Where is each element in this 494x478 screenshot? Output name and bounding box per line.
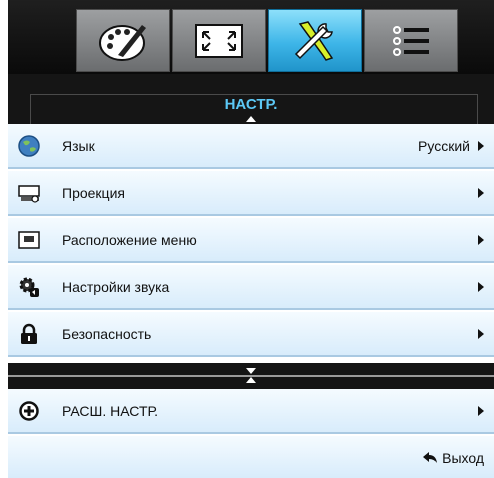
osd-menu: НАСТР. Язык Русский Проекция Расположени… [8,0,494,478]
menu-item-value: Русский [418,138,470,154]
tools-icon [294,20,334,61]
chevron-right-icon [478,329,484,339]
exit-label: Выход [442,450,484,466]
menu-item-label: Настройки звука [62,279,170,295]
menu-item-label: Расположение меню [62,232,197,248]
screen-resize-icon [195,23,243,58]
menu-item-projection[interactable]: Проекция [8,171,494,216]
section-divider [8,363,494,389]
tab-setup[interactable] [268,9,362,72]
chevron-right-icon [478,406,484,416]
menu-item-audio-settings[interactable]: Настройки звука [8,265,494,310]
scroll-up-icon[interactable] [246,116,256,122]
tab-image[interactable] [76,9,170,72]
menu-location-icon [18,231,40,249]
plus-circle-icon [19,401,39,421]
chevron-right-icon [478,282,484,292]
menu-item-security[interactable]: Безопасность [8,312,494,357]
exit-button[interactable]: Выход [422,450,484,466]
menu-header: НАСТР. [8,74,494,124]
collapse-up-icon[interactable] [246,377,256,383]
return-arrow-icon [423,452,438,463]
menu-item-label: Язык [62,138,95,154]
menu-item-advanced[interactable]: РАСШ. НАСТР. [8,389,494,434]
collapse-down-icon[interactable] [246,368,256,374]
menu-item-label: Проекция [62,185,125,201]
chevron-right-icon [478,141,484,151]
page-title: НАСТР. [224,96,278,113]
tab-display[interactable] [172,9,266,72]
tab-bar [8,0,494,74]
projector-icon [18,185,40,203]
menu-item-label: РАСШ. НАСТР. [62,403,159,419]
menu-item-menu-location[interactable]: Расположение меню [8,218,494,263]
tab-options[interactable] [364,9,458,72]
menu-item-language[interactable]: Язык Русский [8,124,494,169]
audio-settings-icon [19,277,39,297]
menu-item-label: Безопасность [62,326,152,342]
globe-icon [18,135,40,157]
menu-footer: Выход [8,436,494,478]
lock-icon [21,323,37,344]
chevron-right-icon [478,188,484,198]
palette-icon [99,24,146,61]
chevron-right-icon [478,235,484,245]
list-icon [393,25,429,56]
